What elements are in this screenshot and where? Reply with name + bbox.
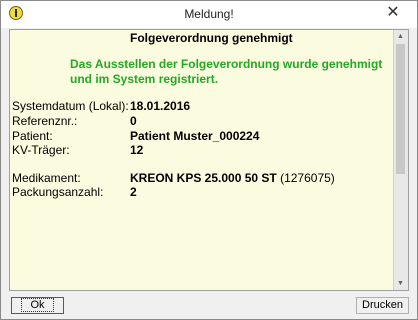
title-bar[interactable]: Meldung! ✕ xyxy=(1,1,417,28)
field-label: KV-Träger: xyxy=(12,143,70,157)
scroll-thumb[interactable] xyxy=(396,44,405,174)
field-label: Systemdatum (Lokal): xyxy=(12,99,129,113)
field-label: Patient: xyxy=(12,129,53,143)
message-heading: Folgeverordnung genehmigt xyxy=(130,31,293,45)
medication-name: KREON KPS 25.000 50 ST xyxy=(130,171,277,185)
vertical-scrollbar[interactable]: ▲ ▼ xyxy=(393,30,408,290)
print-button[interactable]: Drucken xyxy=(356,297,409,314)
success-line-2: und im System registriert. xyxy=(70,72,219,86)
dialog-window: Meldung! ✕ Folgeverordnung genehmigt Das… xyxy=(0,0,418,320)
success-line-1: Das Ausstellen der Folgeverordnung wurde… xyxy=(70,57,383,71)
success-message: Das Ausstellen der Folgeverordnung wurde… xyxy=(70,57,382,87)
scroll-down-icon[interactable]: ▼ xyxy=(397,280,404,287)
message-panel: Folgeverordnung genehmigt Das Ausstellen… xyxy=(9,29,409,291)
field-value: Patient Muster_000224 xyxy=(130,129,260,143)
field-value: 12 xyxy=(130,143,144,157)
field-label: Medikament: xyxy=(12,171,81,185)
ok-button[interactable]: Ok xyxy=(11,297,64,314)
ok-button-label: Ok xyxy=(21,298,54,312)
field-label: Referenznr.: xyxy=(12,114,78,128)
field-value: 18.01.2016 xyxy=(130,99,191,113)
scroll-up-icon[interactable]: ▲ xyxy=(397,33,404,40)
field-value: 2 xyxy=(130,185,137,199)
field-value: 0 xyxy=(130,114,137,128)
window-title: Meldung! xyxy=(184,7,234,21)
close-button[interactable]: ✕ xyxy=(383,4,403,22)
medication-code: (1276075) xyxy=(280,171,335,185)
button-bar: Ok Drucken xyxy=(1,291,417,319)
field-value: KREON KPS 25.000 50 ST (1276075) xyxy=(130,171,335,185)
field-label: Packungsanzahl: xyxy=(12,185,104,199)
